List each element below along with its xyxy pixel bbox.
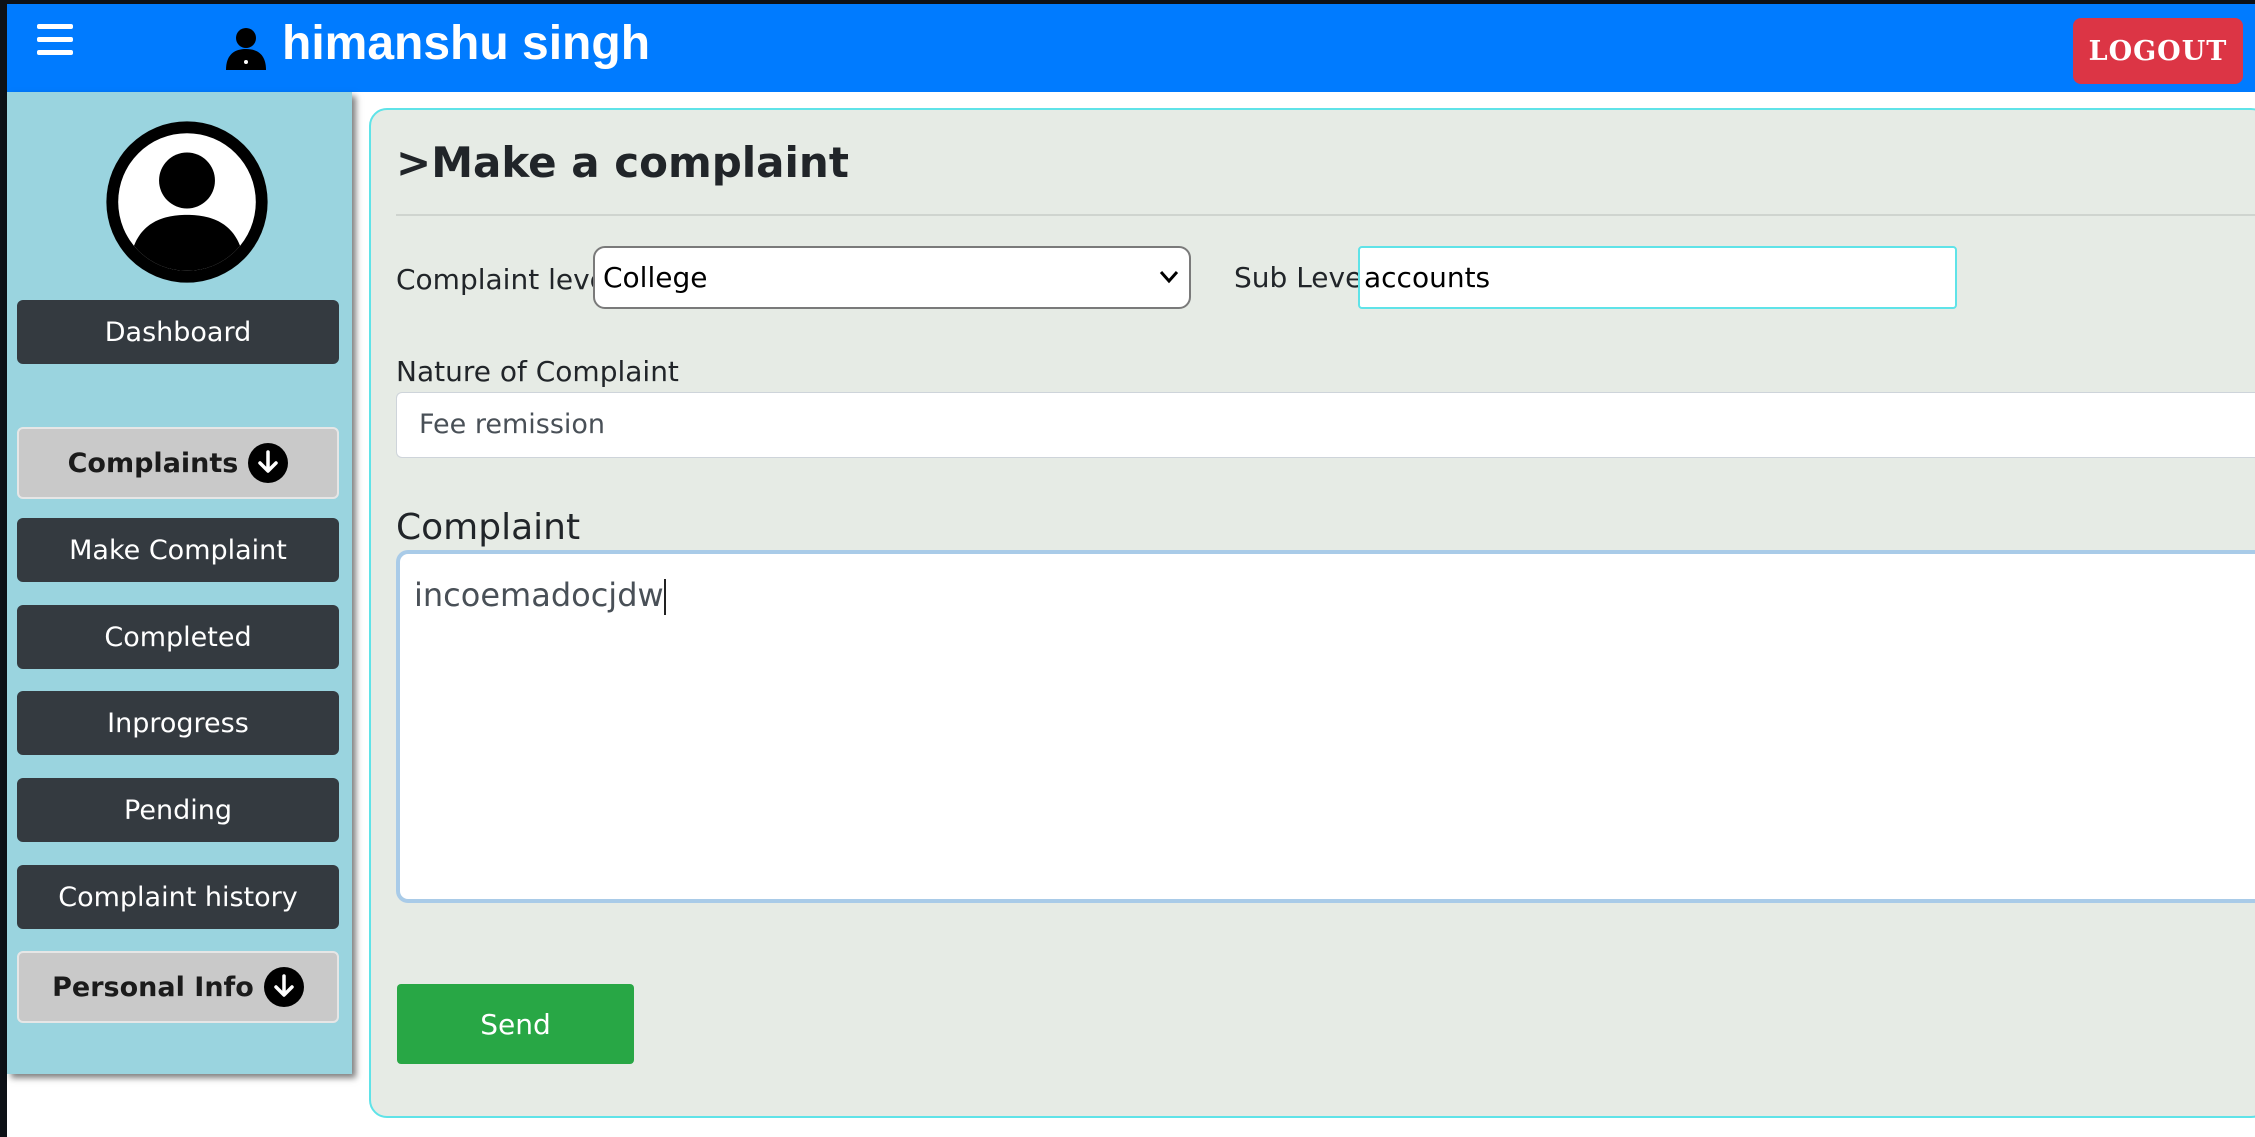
hamburger-menu-icon[interactable] [37,24,73,55]
nature-of-complaint-input[interactable]: Fee remission [396,392,2255,458]
complaint-text: incoemadocjdw [414,576,664,614]
sidebar-item-complaint-history[interactable]: Complaint history [17,865,339,929]
sidebar-item-label: Personal Info [52,971,254,1003]
sidebar: Dashboard Complaints Make Complaint Comp… [7,92,352,1074]
chevron-down-icon [1159,271,1179,284]
sidebar-item-pending[interactable]: Pending [17,778,339,842]
sidebar-item-label: Completed [104,621,252,653]
avatar-icon [106,121,268,283]
sidebar-item-personal-info[interactable]: Personal Info [17,951,339,1023]
sidebar-item-label: Inprogress [107,707,249,739]
title-divider [396,214,2255,216]
top-navbar: himanshu singh LOGOUT [7,4,2255,92]
complaint-label: Complaint [396,507,581,548]
sidebar-item-inprogress[interactable]: Inprogress [17,691,339,755]
sidebar-item-complaints[interactable]: Complaints [17,427,339,499]
sidebar-item-make-complaint[interactable]: Make Complaint [17,518,339,582]
user-icon [226,28,266,70]
arrow-down-circle-icon [263,967,304,1007]
sub-level-input[interactable]: accounts [1358,246,1957,309]
text-caret [663,579,666,615]
sidebar-item-label: Complaint history [58,881,298,913]
sidebar-item-label: Dashboard [104,316,252,348]
sidebar-item-label: Complaints [67,447,239,479]
sub-level-label: Sub Level [1234,261,1371,294]
complaint-textarea[interactable]: incoemadocjdw [396,550,2255,903]
complaint-level-value: College [603,261,708,294]
nature-of-complaint-label: Nature of Complaint [396,355,679,388]
logout-button[interactable]: LOGOUT [2073,18,2243,84]
send-button[interactable]: Send [397,984,634,1064]
complaint-level-select[interactable]: College [593,246,1191,309]
complaint-level-label: Complaint level [396,263,615,296]
page-title: >Make a complaint [396,138,849,187]
sidebar-item-label: Pending [124,794,232,826]
sidebar-item-dashboard[interactable]: Dashboard [17,300,339,364]
arrow-down-circle-icon [248,443,289,483]
sidebar-item-label: Make Complaint [69,534,287,566]
user-name: himanshu singh [282,17,651,70]
sidebar-item-completed[interactable]: Completed [17,605,339,669]
